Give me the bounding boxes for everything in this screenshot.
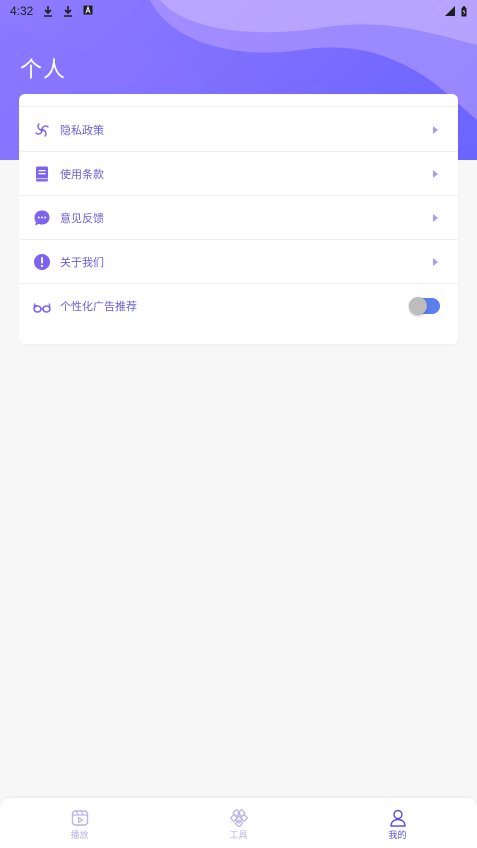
chevron-right-icon — [433, 258, 438, 266]
menu-item-label: 关于我们 — [60, 256, 104, 269]
profile-icon — [389, 809, 406, 827]
glasses-icon — [33, 297, 51, 315]
status-bar: 4:32 — [0, 0, 477, 22]
chevron-right-icon — [433, 170, 438, 178]
chevron-right-icon — [433, 126, 438, 134]
notification-icons — [43, 5, 93, 17]
about-us-item[interactable]: 关于我们 — [19, 240, 458, 284]
settings-card: 隐私政策 使用条款 意见反馈 关于我们 个性化广告推荐 — [19, 94, 458, 344]
menu-item-label: 隐私政策 — [60, 124, 104, 137]
nav-tab-play[interactable]: 播放 — [0, 798, 159, 848]
toggle-knob — [409, 297, 427, 315]
personalized-ads-item: 个性化广告推荐 — [19, 284, 458, 328]
nav-label: 我的 — [388, 831, 407, 841]
download-icon — [44, 6, 53, 17]
divider — [19, 106, 458, 107]
menu-item-label: 意见反馈 — [60, 212, 104, 225]
feedback-item[interactable]: 意见反馈 — [19, 196, 458, 240]
swirl-icon — [33, 121, 51, 139]
personalized-ads-toggle[interactable] — [409, 297, 440, 315]
bottom-nav: 播放 工具 我的 — [0, 798, 477, 848]
signal-icon — [445, 6, 455, 16]
status-left: 4:32 — [10, 4, 93, 18]
nav-tab-tools[interactable]: 工具 — [159, 798, 318, 848]
app-notification-icon — [83, 5, 93, 15]
menu-item-label: 个性化广告推荐 — [60, 300, 137, 313]
nav-tab-mine[interactable]: 我的 — [318, 798, 477, 848]
battery-icon — [461, 5, 467, 16]
status-right — [445, 5, 467, 17]
info-exclamation-icon — [33, 253, 51, 271]
privacy-policy-item[interactable]: 隐私政策 — [19, 108, 458, 152]
download-icon — [64, 6, 73, 17]
status-time: 4:32 — [10, 4, 34, 18]
chat-bubble-icon — [33, 209, 51, 227]
menu-item-label: 使用条款 — [60, 168, 104, 181]
terms-of-use-item[interactable]: 使用条款 — [19, 152, 458, 196]
nav-label: 工具 — [229, 831, 248, 841]
nav-label: 播放 — [70, 831, 89, 841]
play-icon — [71, 810, 88, 826]
chevron-right-icon — [433, 214, 438, 222]
tools-icon — [229, 809, 248, 827]
page-title: 个人 — [20, 58, 67, 83]
screen: 4:32 个人 隐私政策 使用条款 意见反馈 关于我们 个性化广告推荐 播放 工… — [0, 0, 477, 848]
book-icon — [33, 165, 51, 183]
